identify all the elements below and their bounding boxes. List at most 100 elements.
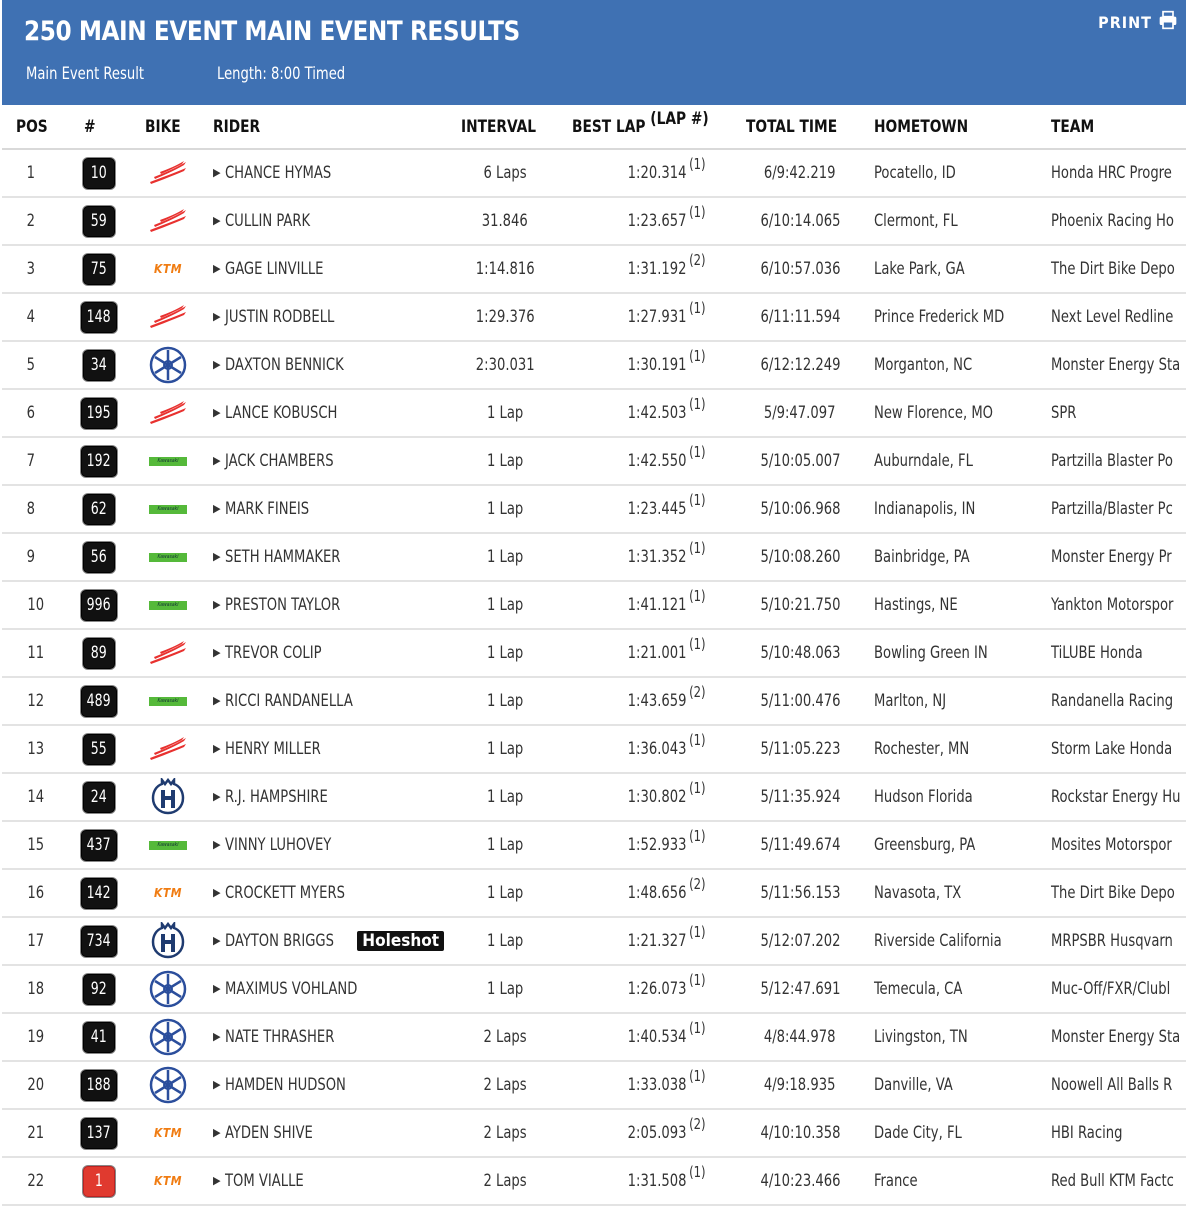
expand-arrow-icon[interactable]: ▶ (213, 598, 221, 611)
rider-name[interactable]: DAYTON BRIGGS (225, 931, 334, 951)
expand-arrow-icon[interactable]: ▶ (213, 1078, 221, 1091)
col-hometown[interactable]: HOMETOWN (864, 105, 1041, 150)
rider-name[interactable]: TREVOR COLIP (225, 643, 322, 663)
expand-arrow-icon[interactable]: ▶ (213, 262, 221, 275)
rider-number-plate: 55 (83, 733, 115, 765)
bike-cell: KTM (134, 1157, 202, 1206)
rider-cell[interactable]: ▶ MAXIMUS VOHLAND (202, 965, 448, 1014)
col-bike[interactable]: BIKE (134, 105, 202, 150)
rider-name[interactable]: JACK CHAMBERS (225, 451, 334, 471)
total-time-cell: 5/10:06.968 (736, 485, 864, 534)
rider-name[interactable]: R.J. HAMPSHIRE (225, 787, 328, 807)
rider-name[interactable]: PRESTON TAYLOR (225, 595, 340, 615)
rider-cell[interactable]: ▶ HAMDEN HUDSON (202, 1061, 448, 1110)
col-pos[interactable]: POS (2, 105, 64, 150)
expand-arrow-icon[interactable]: ▶ (213, 502, 221, 515)
rider-cell[interactable]: ▶ TOM VIALLE (202, 1157, 448, 1206)
rider-name[interactable]: MAXIMUS VOHLAND (225, 979, 357, 999)
rider-number-plate: 195 (81, 397, 117, 429)
rider-cell[interactable]: ▶ LANCE KOBUSCH (202, 389, 448, 438)
col-total-time[interactable]: TOTAL TIME (736, 105, 864, 150)
expand-arrow-icon[interactable]: ▶ (213, 454, 221, 467)
expand-arrow-icon[interactable]: ▶ (213, 310, 221, 323)
expand-arrow-icon[interactable]: ▶ (213, 358, 221, 371)
rider-cell[interactable]: ▶ NATE THRASHER (202, 1013, 448, 1062)
rider-cell[interactable]: ▶ PRESTON TAYLOR (202, 581, 448, 630)
rider-cell[interactable]: ▶ DAXTON BENNICK (202, 341, 448, 390)
honda-logo-icon (134, 400, 202, 426)
total-time-cell: 6/10:14.065 (736, 197, 864, 246)
rider-name[interactable]: HAMDEN HUDSON (225, 1075, 346, 1095)
expand-arrow-icon[interactable]: ▶ (213, 838, 221, 851)
rider-name[interactable]: HENRY MILLER (225, 739, 321, 759)
expand-arrow-icon[interactable]: ▶ (213, 1174, 221, 1187)
rider-cell[interactable]: ▶ GAGE LINVILLE (202, 245, 448, 294)
bike-cell (134, 725, 202, 774)
rider-name[interactable]: JUSTIN RODBELL (225, 307, 334, 327)
rider-cell[interactable]: ▶ JACK CHAMBERS (202, 437, 448, 486)
rider-cell[interactable]: ▶ VINNY LUHOVEY (202, 821, 448, 870)
rider-name[interactable]: SETH HAMMAKER (225, 547, 340, 567)
rider-cell[interactable]: ▶ HENRY MILLER (202, 725, 448, 774)
team-cell: Monster Energy Sta (1041, 341, 1186, 390)
rider-name[interactable]: TOM VIALLE (225, 1171, 304, 1191)
rider-name[interactable]: CHANCE HYMAS (225, 163, 331, 183)
col-rider[interactable]: RIDER (202, 105, 448, 150)
rider-name[interactable]: MARK FINEIS (225, 499, 309, 519)
rider-cell[interactable]: ▶ AYDEN SHIVE (202, 1109, 448, 1158)
rider-cell[interactable]: ▶ RICCI RANDANELLA (202, 677, 448, 726)
rider-name[interactable]: LANCE KOBUSCH (225, 403, 337, 423)
rider-cell[interactable]: ▶ DAYTON BRIGGS Holeshot (202, 917, 448, 966)
position-cell: 4 (2, 293, 64, 342)
rider-name[interactable]: DAXTON BENNICK (225, 355, 344, 375)
hometown-cell: Livingston, TN (864, 1013, 1041, 1062)
expand-arrow-icon[interactable]: ▶ (213, 886, 221, 899)
col-best-lap[interactable]: BEST LAP (LAP #) (562, 105, 736, 150)
rider-name[interactable]: CULLIN PARK (225, 211, 310, 231)
rider-cell[interactable]: ▶ SETH HAMMAKER (202, 533, 448, 582)
rider-name[interactable]: VINNY LUHOVEY (225, 835, 331, 855)
rider-name[interactable]: RICCI RANDANELLA (225, 691, 353, 711)
col-interval[interactable]: INTERVAL (448, 105, 562, 150)
print-button[interactable]: PRINT (1098, 10, 1178, 34)
rider-cell[interactable]: ▶ MARK FINEIS (202, 485, 448, 534)
expand-arrow-icon[interactable]: ▶ (213, 214, 221, 227)
expand-arrow-icon[interactable]: ▶ (213, 742, 221, 755)
number-cell: 75 (64, 245, 134, 294)
total-time-cell: 5/11:56.153 (736, 869, 864, 918)
expand-arrow-icon[interactable]: ▶ (213, 694, 221, 707)
table-header-row: POS # BIKE RIDER INTERVAL BEST LAP (LAP … (2, 105, 1186, 150)
total-time-cell: 6/12:12.249 (736, 341, 864, 390)
rider-cell[interactable]: ▶ CHANCE HYMAS (202, 149, 448, 198)
col-number[interactable]: # (64, 105, 134, 150)
expand-arrow-icon[interactable]: ▶ (213, 934, 221, 947)
expand-arrow-icon[interactable]: ▶ (213, 166, 221, 179)
rider-cell[interactable]: ▶ CROCKETT MYERS (202, 869, 448, 918)
rider-cell[interactable]: ▶ TREVOR COLIP (202, 629, 448, 678)
expand-arrow-icon[interactable]: ▶ (213, 406, 221, 419)
col-team[interactable]: TEAM (1041, 105, 1186, 150)
rider-name[interactable]: CROCKETT MYERS (225, 883, 345, 903)
bike-cell (134, 197, 202, 246)
expand-arrow-icon[interactable]: ▶ (213, 1030, 221, 1043)
rider-cell[interactable]: ▶ JUSTIN RODBELL (202, 293, 448, 342)
rider-name[interactable]: GAGE LINVILLE (225, 259, 323, 279)
hometown-cell: Clermont, FL (864, 197, 1041, 246)
expand-arrow-icon[interactable]: ▶ (213, 1126, 221, 1139)
expand-arrow-icon[interactable]: ▶ (213, 790, 221, 803)
total-time-cell: 5/10:05.007 (736, 437, 864, 486)
results-table: POS # BIKE RIDER INTERVAL BEST LAP (LAP … (2, 105, 1186, 1206)
rider-number-plate: 89 (83, 637, 115, 669)
table-row: 3 75 KTM ▶ GAGE LINVILLE 1:14.816 1:31.192 (2) 6… (2, 245, 1186, 294)
expand-arrow-icon[interactable]: ▶ (213, 982, 221, 995)
rider-cell[interactable]: ▶ R.J. HAMPSHIRE (202, 773, 448, 822)
rider-name[interactable]: NATE THRASHER (225, 1027, 334, 1047)
expand-arrow-icon[interactable]: ▶ (213, 646, 221, 659)
position-cell: 14 (2, 773, 64, 822)
rider-cell[interactable]: ▶ CULLIN PARK (202, 197, 448, 246)
rider-name[interactable]: AYDEN SHIVE (225, 1123, 313, 1143)
holeshot-badge: Holeshot (357, 931, 445, 951)
expand-arrow-icon[interactable]: ▶ (213, 550, 221, 563)
position-cell: 9 (2, 533, 64, 582)
number-cell: 41 (64, 1013, 134, 1062)
